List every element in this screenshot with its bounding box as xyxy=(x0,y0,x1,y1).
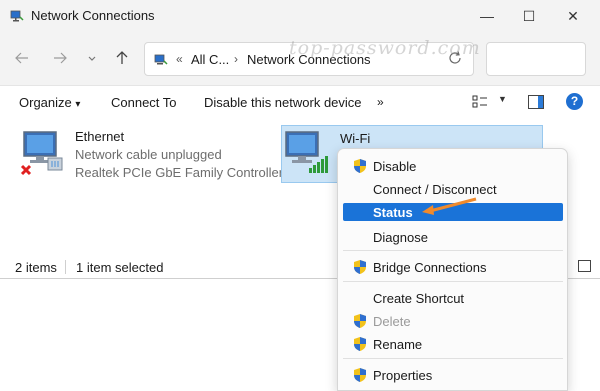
connection-item-ethernet[interactable]: Ethernet Network cable unplugged Realtek… xyxy=(14,124,283,184)
back-button[interactable] xyxy=(10,46,34,70)
window-title: Network Connections xyxy=(31,8,155,23)
menu-separator xyxy=(343,250,563,251)
change-view-icon[interactable] xyxy=(472,94,488,110)
menu-item-label: Rename xyxy=(373,337,423,352)
organize-button[interactable]: Organize ▾ xyxy=(19,95,80,110)
menu-item-rename[interactable]: Rename xyxy=(343,335,563,353)
forward-button[interactable] xyxy=(48,46,72,70)
arrow-left-icon xyxy=(15,52,28,64)
wifi-adapter-icon xyxy=(285,131,328,173)
preview-pane-icon[interactable] xyxy=(528,95,544,109)
items-count: 2 items xyxy=(15,260,57,275)
uac-shield-icon xyxy=(354,368,366,382)
details-view-icon[interactable] xyxy=(578,260,591,272)
connection-status: Network cable unplugged xyxy=(75,147,222,162)
menu-item-diagnose[interactable]: Diagnose xyxy=(343,228,563,246)
menu-item-label: Create Shortcut xyxy=(373,291,465,306)
more-commands-button[interactable]: » xyxy=(377,95,384,109)
annotation-arrow-icon xyxy=(422,197,477,215)
connect-to-button[interactable]: Connect To xyxy=(111,95,177,110)
help-icon[interactable]: ? xyxy=(566,93,583,110)
ethernet-adapter-icon xyxy=(20,131,63,176)
organize-label: Organize xyxy=(19,95,72,110)
disable-device-button[interactable]: Disable this network device xyxy=(204,95,362,110)
command-bar: Organize ▾ Connect To Disable this netwo… xyxy=(0,86,600,118)
minimize-icon: — xyxy=(480,8,494,24)
breadcrumb-separator[interactable]: › xyxy=(234,52,238,66)
uac-shield-icon xyxy=(354,314,366,328)
menu-item-create-shortcut[interactable]: Create Shortcut xyxy=(343,289,563,307)
title-bar: Network Connections — ☐ ✕ xyxy=(0,0,600,32)
uac-shield-icon xyxy=(354,159,366,173)
watermark: top-password.com xyxy=(289,37,481,59)
close-button[interactable]: ✕ xyxy=(550,0,596,32)
uac-shield-icon xyxy=(354,337,366,351)
menu-separator xyxy=(343,358,563,359)
minimize-button[interactable]: — xyxy=(464,0,510,32)
up-button[interactable] xyxy=(110,46,134,70)
breadcrumb-all-control-panel[interactable]: All C... xyxy=(191,52,229,67)
chevron-down-icon: ▾ xyxy=(75,99,81,110)
menu-item-label: Properties xyxy=(373,368,433,383)
network-folder-icon xyxy=(154,54,168,65)
view-options-dropdown[interactable]: ▼ xyxy=(498,94,507,104)
uac-shield-icon xyxy=(354,260,366,274)
selected-count: 1 item selected xyxy=(76,260,164,275)
menu-item-bridge-connections[interactable]: Bridge Connections xyxy=(343,258,563,276)
connection-name: Ethernet xyxy=(75,129,125,144)
connection-device: Realtek PCIe GbE Family Controller xyxy=(75,165,284,180)
menu-item-delete: Delete xyxy=(343,312,563,330)
menu-item-label: Bridge Connections xyxy=(373,260,487,275)
menu-item-label: Disable xyxy=(373,159,417,174)
chevron-down-icon xyxy=(88,56,96,61)
search-input[interactable] xyxy=(486,42,586,76)
connection-name: Wi-Fi xyxy=(340,131,371,146)
menu-item-properties[interactable]: Properties xyxy=(343,366,563,384)
menu-item-label: Status xyxy=(373,205,413,220)
menu-separator xyxy=(343,281,563,282)
status-divider xyxy=(65,260,66,274)
recent-locations-button[interactable] xyxy=(80,46,104,70)
menu-item-label: Delete xyxy=(373,314,411,329)
network-connections-icon xyxy=(10,10,24,22)
maximize-button[interactable]: ☐ xyxy=(506,0,552,32)
context-menu: Disable Connect / Disconnect Status Diag… xyxy=(337,148,568,391)
menu-item-label: Connect / Disconnect xyxy=(373,182,497,197)
arrow-up-icon xyxy=(116,51,128,64)
maximize-icon: ☐ xyxy=(522,7,536,24)
address-overflow[interactable]: « xyxy=(176,52,183,66)
menu-item-label: Diagnose xyxy=(373,230,428,245)
menu-item-disable[interactable]: Disable xyxy=(343,157,563,175)
close-icon: ✕ xyxy=(567,7,579,24)
arrow-right-icon xyxy=(54,52,67,64)
